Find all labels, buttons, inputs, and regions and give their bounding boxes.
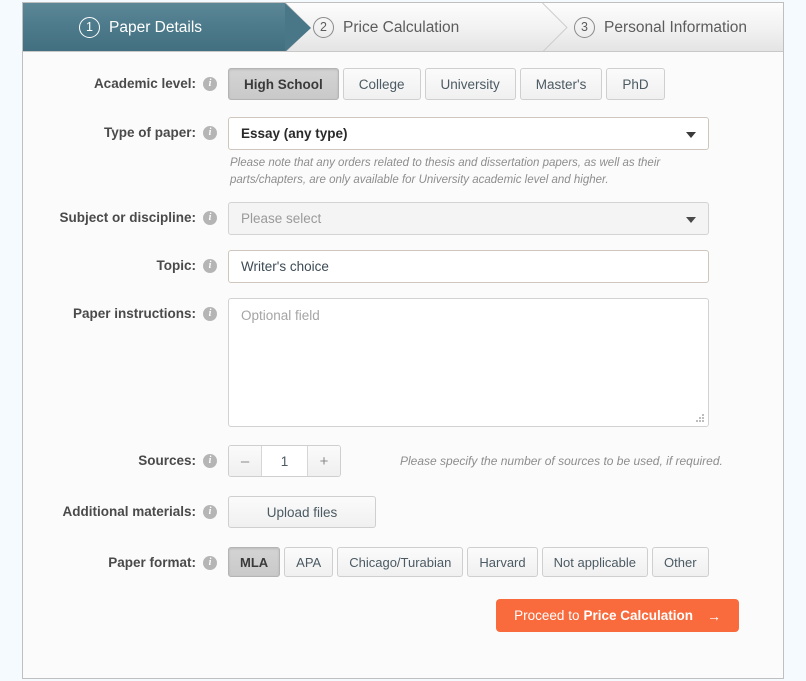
sources-stepper: – 1 + [228, 445, 341, 478]
step-number-1: 1 [79, 17, 100, 38]
info-icon-subject[interactable]: i [203, 211, 217, 226]
topic-value: Writer's choice [241, 259, 329, 275]
academic-level-option-masters[interactable]: Master's [519, 68, 603, 100]
step-label-1: Paper Details [109, 18, 203, 36]
subject-select[interactable]: Please select [228, 202, 709, 236]
academic-level-option-university[interactable]: University [424, 68, 516, 100]
step-number-3: 3 [574, 17, 595, 38]
proceed-to-price-calculation-button[interactable]: Proceed to Price Calculation → [496, 599, 739, 633]
upload-files-button[interactable]: Upload files [228, 496, 376, 529]
chevron-down-icon [686, 216, 696, 223]
sources-hint: Please specify the number of sources to … [400, 454, 723, 469]
arrow-right-icon: → [707, 607, 721, 624]
field-row-type-of-paper: Type of paper: i Essay (any type) Please… [23, 117, 783, 188]
step-separator-2 [542, 3, 568, 51]
field-row-academic-level: Academic level: i High School College Un… [23, 68, 783, 100]
info-icon-topic[interactable]: i [203, 259, 217, 274]
label-paper-instructions: Paper instructions: i [23, 298, 217, 322]
paper-format-option-other[interactable]: Other [652, 547, 709, 578]
field-row-topic: Topic: i Writer's choice [23, 250, 783, 284]
resize-handle-icon[interactable] [696, 414, 705, 423]
field-topic: Writer's choice [217, 250, 783, 284]
proceed-prefix: Proceed to [514, 608, 580, 624]
field-paper-instructions: Optional field [217, 298, 783, 428]
label-topic: Topic: i [23, 250, 217, 274]
sources-increment-button[interactable]: + [307, 446, 340, 477]
paper-instructions-placeholder: Optional field [241, 308, 320, 324]
step-navigation: 1 Paper Details 2 Price Calculation 3 Pe… [23, 2, 783, 52]
field-row-sources: Sources: i – 1 + Please specify the numb… [23, 445, 783, 478]
step-label-2: Price Calculation [343, 18, 460, 36]
label-academic-level: Academic level: i [23, 68, 217, 91]
academic-level-option-phd[interactable]: PhD [606, 68, 665, 100]
chevron-down-icon [686, 131, 696, 138]
info-icon-sources[interactable]: i [203, 454, 217, 469]
field-additional-materials: Upload files [217, 496, 783, 529]
step-tab-paper-details[interactable]: 1 Paper Details [23, 3, 311, 51]
field-row-subject: Subject or discipline: i Please select [23, 202, 783, 236]
topic-input[interactable]: Writer's choice [228, 250, 709, 284]
field-sources: – 1 + Please specify the number of sourc… [217, 445, 783, 478]
step-label-3: Personal Information [604, 18, 748, 36]
order-form: Academic level: i High School College Un… [23, 52, 783, 633]
academic-level-button-group: High School College University Master's … [228, 68, 783, 100]
field-academic-level: High School College University Master's … [217, 68, 783, 100]
info-icon-paper-format[interactable]: i [203, 556, 217, 571]
info-icon-academic-level[interactable]: i [203, 77, 217, 91]
type-of-paper-note: Please note that any orders related to t… [230, 157, 661, 186]
label-additional-materials: Additional materials: i [23, 496, 217, 520]
label-paper-format: Paper format: i [23, 547, 217, 571]
label-sources: Sources: i [23, 445, 217, 469]
field-row-additional-materials: Additional materials: i Upload files [23, 496, 783, 529]
step-tab-price-calculation[interactable]: 2 Price Calculation [313, 3, 460, 51]
paper-format-option-apa[interactable]: APA [284, 547, 334, 578]
sources-decrement-button[interactable]: – [229, 446, 262, 477]
label-type-of-paper: Type of paper: i [23, 117, 217, 140]
type-of-paper-value: Essay (any type) [241, 126, 348, 141]
type-of-paper-select[interactable]: Essay (any type) [228, 117, 709, 150]
step-number-2: 2 [313, 17, 334, 38]
paper-format-button-group: MLA APA Chicago/Turabian Harvard Not app… [228, 547, 783, 578]
field-paper-format: MLA APA Chicago/Turabian Harvard Not app… [217, 547, 783, 578]
info-icon-paper-instructions[interactable]: i [203, 307, 217, 322]
info-icon-additional-materials[interactable]: i [203, 505, 217, 520]
paper-format-option-not-applicable[interactable]: Not applicable [541, 547, 649, 578]
paper-format-option-chicago-turabian[interactable]: Chicago/Turabian [337, 547, 464, 578]
paper-format-option-harvard[interactable]: Harvard [467, 547, 538, 578]
step-tab-personal-information[interactable]: 3 Personal Information [574, 3, 748, 51]
subject-placeholder: Please select [241, 211, 322, 227]
paper-instructions-textarea[interactable]: Optional field [228, 298, 709, 428]
info-icon-type-of-paper[interactable]: i [203, 126, 217, 140]
field-row-paper-instructions: Paper instructions: i Optional field [23, 298, 783, 428]
academic-level-option-college[interactable]: College [342, 68, 421, 100]
field-row-paper-format: Paper format: i MLA APA Chicago/Turabian… [23, 547, 783, 578]
paper-format-option-mla[interactable]: MLA [228, 547, 281, 578]
academic-level-option-high-school[interactable]: High School [228, 68, 339, 100]
field-subject: Please select [217, 202, 783, 236]
sources-value[interactable]: 1 [262, 446, 307, 477]
label-subject: Subject or discipline: i [23, 202, 217, 226]
proceed-row: Proceed to Price Calculation → [23, 599, 783, 633]
order-form-card: 1 Paper Details 2 Price Calculation 3 Pe… [22, 2, 784, 679]
proceed-target: Price Calculation [583, 608, 693, 624]
field-type-of-paper: Essay (any type) Please note that any or… [217, 117, 783, 188]
